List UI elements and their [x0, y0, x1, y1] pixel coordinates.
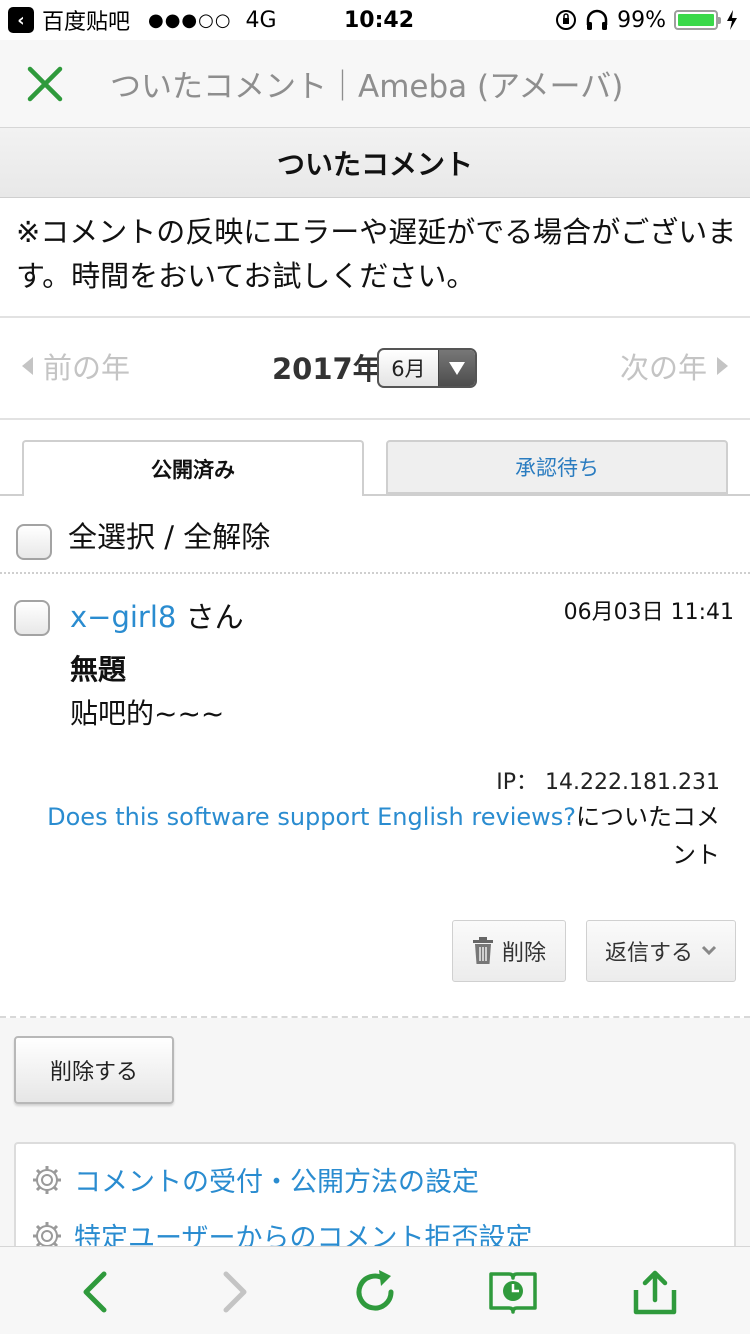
prev-year-label: 前の年 — [43, 351, 131, 385]
reply-label: 返信する — [604, 941, 693, 966]
browser-header: ついたコメント｜Ameba (アメーバ) — [0, 40, 750, 128]
forward-button[interactable] — [210, 1267, 260, 1317]
comment-author: x−girl8 さん — [70, 594, 244, 636]
book-clock-icon — [489, 1272, 537, 1314]
back-button[interactable] — [70, 1267, 120, 1317]
clock: 10:42 — [344, 7, 415, 33]
prev-year-link[interactable]: 前の年 — [22, 345, 130, 387]
current-year: 2017年 — [272, 352, 382, 386]
comment-title: 無題 — [70, 653, 127, 686]
reference-suffix: についたコメント — [576, 803, 720, 869]
delete-selected-button[interactable]: 削除する — [14, 1036, 174, 1104]
dropdown-arrow-icon — [437, 350, 475, 386]
reload-icon — [356, 1270, 394, 1311]
divider — [0, 418, 750, 420]
article-link[interactable]: Does this software support English revie… — [47, 803, 576, 831]
share-button[interactable] — [630, 1267, 680, 1317]
rotation-lock-icon — [556, 10, 577, 30]
history-button[interactable] — [488, 1267, 538, 1317]
month-value: 6月 — [391, 357, 426, 381]
share-icon — [633, 1270, 677, 1315]
battery-icon — [674, 10, 721, 30]
headphones-icon — [586, 9, 608, 30]
status-right: 99% — [555, 8, 738, 33]
comment-settings-label: コメントの受付・公開方法の設定 — [74, 1167, 479, 1198]
divider — [0, 572, 750, 574]
close-icon[interactable] — [25, 64, 65, 104]
month-select[interactable]: 6月 — [377, 348, 477, 388]
delete-label: 削除 — [501, 941, 546, 966]
notice-text: ※コメントの反映にエラーや遅延がでる場合がございます。時間をおいてお試しください… — [16, 215, 737, 293]
reply-button[interactable]: 返信する — [586, 920, 736, 982]
reload-button[interactable] — [350, 1267, 400, 1317]
section-title: ついたコメント — [0, 128, 750, 198]
comment-checkbox[interactable] — [14, 600, 50, 636]
arrow-right-icon — [717, 357, 728, 375]
comment-date: 06月03日 11:41 — [563, 600, 734, 625]
trash-icon — [472, 937, 493, 964]
chevron-down-icon — [701, 945, 717, 956]
select-all-checkbox[interactable] — [16, 524, 52, 560]
next-year-label: 次の年 — [619, 351, 707, 385]
comment-body: 贴吧的~~~ — [70, 697, 225, 730]
battery-percent: 99% — [617, 7, 666, 33]
signal-strength: ●●●○○ — [148, 9, 232, 31]
status-bar: ‹ 百度贴吧 ●●●○○ 4G 10:42 99% — [0, 0, 750, 40]
next-year-link[interactable]: 次の年 — [620, 345, 728, 387]
author-link[interactable]: x−girl8 — [70, 600, 176, 634]
comment-reference: Does this software support English revie… — [40, 798, 720, 874]
charging-icon — [727, 10, 737, 30]
chevron-left-icon — [83, 1271, 107, 1313]
delete-button[interactable]: 削除 — [452, 920, 566, 982]
tab-published[interactable]: 公開済み — [22, 440, 364, 496]
author-suffix: さん — [185, 600, 244, 634]
tab-pending-approval[interactable]: 承認待ち — [386, 440, 728, 494]
gear-icon — [33, 1165, 61, 1194]
select-all-label[interactable]: 全選択 / 全解除 — [68, 514, 270, 556]
comment-settings-link[interactable]: コメントの受付・公開方法の設定 — [32, 1160, 479, 1199]
browser-toolbar — [0, 1246, 750, 1334]
arrow-left-icon — [22, 357, 33, 375]
comment-ip: IP： 14.222.181.231 — [496, 770, 720, 795]
page-title: ついたコメント｜Ameba (アメーバ) — [110, 69, 624, 105]
close-button[interactable] — [0, 40, 90, 128]
back-to-app-label[interactable]: 百度贴吧 — [42, 4, 130, 36]
battery-level — [678, 14, 714, 26]
network-type: 4G — [245, 7, 277, 33]
chevron-right-icon — [223, 1271, 247, 1313]
back-to-app-icon[interactable]: ‹ — [8, 7, 34, 33]
divider — [0, 316, 750, 318]
